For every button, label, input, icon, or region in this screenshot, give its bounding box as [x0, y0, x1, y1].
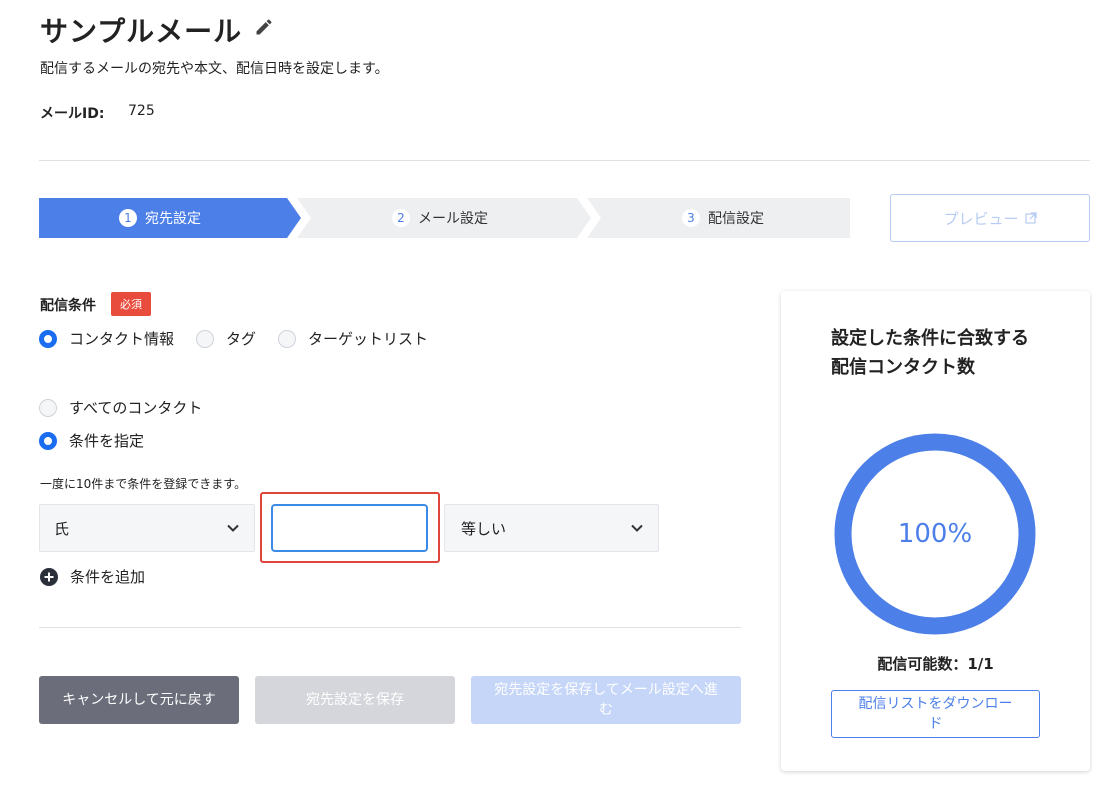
operator-select-value: 等しい — [461, 519, 507, 538]
cancel-button-label: キャンセルして元に戻す — [62, 692, 216, 708]
save-recipients-button[interactable]: 宛先設定を保存 — [255, 676, 455, 724]
condition-label: 配信条件 — [40, 298, 96, 314]
summary-title: 設定した条件に合致する配信コンタクト数 — [831, 328, 1029, 378]
preview-button-label: プレビュー — [943, 209, 1019, 228]
external-link-icon — [1024, 212, 1037, 224]
download-list-button[interactable]: 配信リストをダウンロード — [831, 690, 1040, 738]
chevron-down-icon — [631, 524, 643, 532]
radio-label: ターゲットリスト — [308, 330, 429, 348]
radio-button-checked[interactable] — [39, 431, 57, 450]
radio-button[interactable] — [278, 329, 296, 348]
percent-label: 100% — [897, 519, 973, 549]
radio-label: タグ — [226, 330, 257, 348]
save-and-next-button[interactable]: 宛先設定を保存してメール設定へ進む — [471, 676, 741, 724]
pencil-icon[interactable] — [254, 17, 274, 37]
add-condition-label: 条件を追加 — [70, 568, 146, 586]
step-2[interactable]: 2 メール設定 — [392, 198, 488, 238]
radio-target-list[interactable]: ターゲットリスト — [278, 328, 428, 349]
step-1[interactable]: 1 宛先設定 — [119, 198, 201, 238]
condition-value-input[interactable] — [271, 504, 428, 552]
step-3[interactable]: 3 配信設定 — [682, 198, 764, 238]
radio-button-checked[interactable] — [39, 329, 57, 348]
step-3-number: 3 — [682, 209, 700, 227]
radio-tag[interactable]: タグ — [196, 328, 256, 349]
step-1-number: 1 — [119, 209, 137, 227]
divider — [39, 160, 1090, 161]
operator-select[interactable]: 等しい — [444, 504, 659, 552]
radio-label: 条件を指定 — [69, 432, 145, 450]
field-select-value: 氏 — [54, 519, 70, 538]
step-2-label: メール設定 — [418, 211, 488, 227]
cancel-button[interactable]: キャンセルして元に戻す — [39, 676, 239, 724]
step-3-label: 配信設定 — [708, 211, 764, 227]
radio-all-contacts[interactable]: すべてのコンタクト — [39, 397, 202, 418]
radio-label: コンタクト情報 — [69, 330, 175, 348]
plus-circle-icon — [40, 567, 58, 586]
condition-hint: 一度に10件まで条件を登録できます。 — [40, 477, 247, 491]
mail-id-value: 725 — [128, 103, 155, 119]
step-progress: 1 宛先設定 2 メール設定 3 配信設定 — [39, 198, 850, 238]
radio-specify-condition[interactable]: 条件を指定 — [39, 430, 144, 451]
step-2-number: 2 — [392, 209, 410, 227]
mail-id-label: メールID: — [40, 106, 105, 122]
step-1-label: 宛先設定 — [145, 211, 201, 227]
save-and-next-label: 宛先設定を保存してメール設定へ進む — [494, 682, 718, 718]
divider — [39, 627, 741, 628]
page-subtitle: 配信するメールの宛先や本文、配信日時を設定します。 — [40, 61, 389, 77]
required-badge: 必須 — [111, 292, 151, 316]
summary-card: 設定した条件に合致する配信コンタクト数 100% 配信可能数：1/1 配信リスト… — [781, 291, 1090, 771]
add-condition-button[interactable]: 条件を追加 — [40, 566, 145, 587]
radio-button[interactable] — [39, 398, 57, 417]
page-title: サンプルメール — [40, 15, 243, 48]
radio-button[interactable] — [196, 329, 214, 348]
save-recipients-label: 宛先設定を保存 — [306, 692, 404, 708]
preview-button[interactable]: プレビュー — [890, 194, 1090, 242]
radio-label: すべてのコンタクト — [69, 399, 203, 417]
download-list-label: 配信リストをダウンロード — [858, 696, 1013, 732]
deliverable-count: 配信可能数：1/1 — [877, 655, 994, 673]
chevron-down-icon — [227, 524, 239, 532]
radio-contact-info[interactable]: コンタクト情報 — [39, 328, 174, 349]
field-select[interactable]: 氏 — [39, 504, 255, 552]
